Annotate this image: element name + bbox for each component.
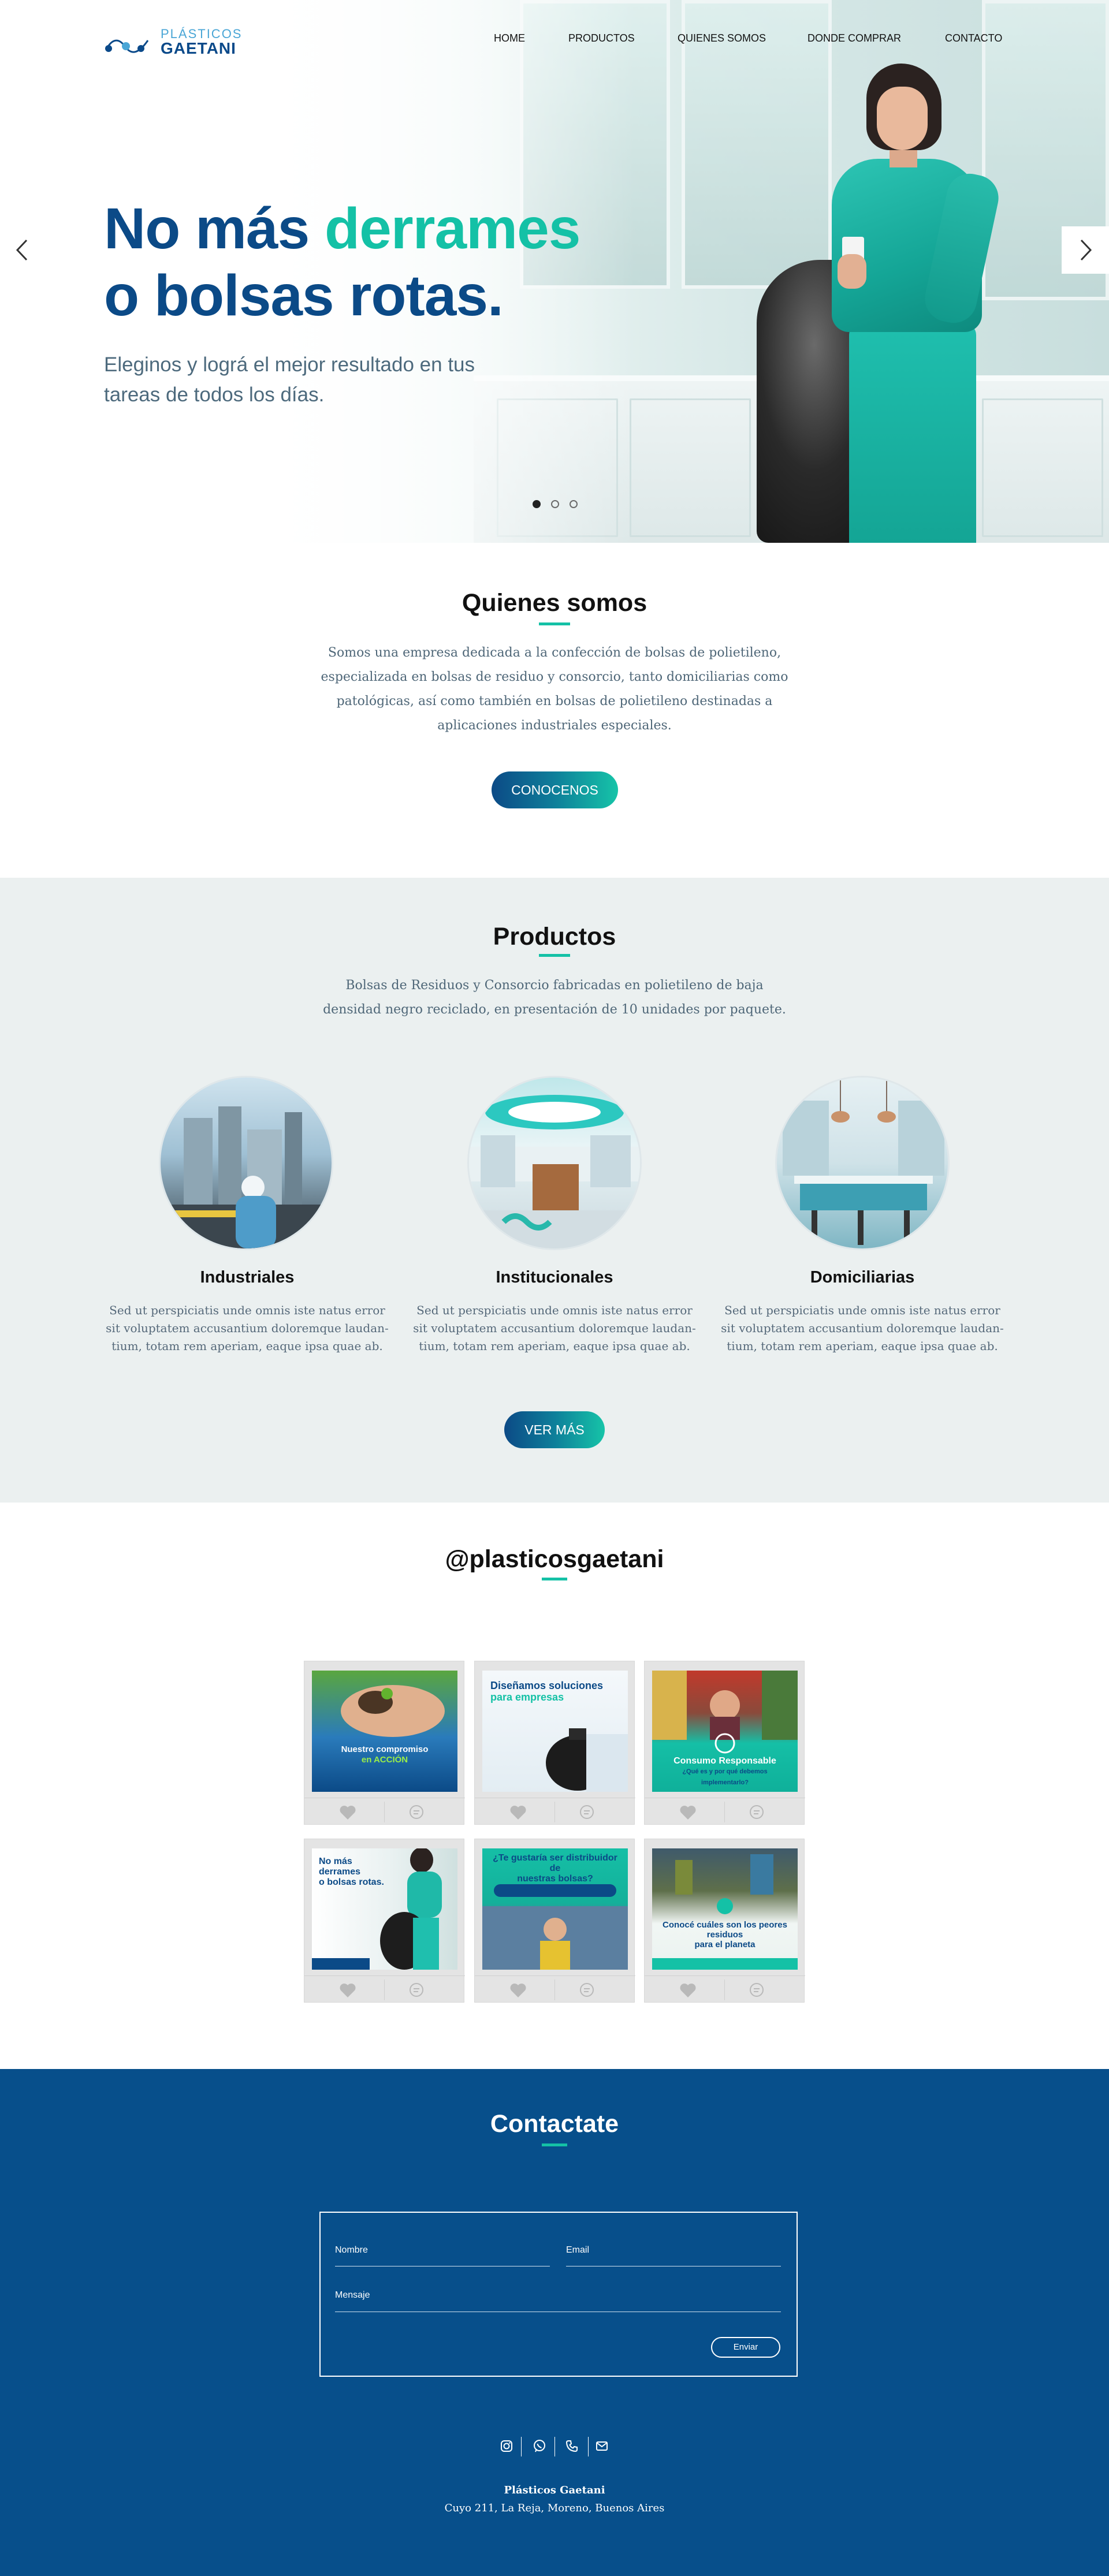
slider-dot-2[interactable] [551,500,559,508]
comment-icon[interactable] [408,1804,425,1820]
instagram-post-6-line2: para el planeta [694,1940,756,1949]
comment-icon[interactable] [579,1804,595,1820]
instagram-post-3-line1: Consumo Responsable [673,1756,776,1766]
contact-title: Contactate [490,2110,619,2138]
instagram-post-1[interactable]: Nuestro compromiso en ACCIÓN [304,1661,465,1825]
contact-title-underline [542,2143,567,2146]
product-title-industriales: Industriales [200,1268,295,1287]
instagram-post-1-line2: en ACCIÓN [361,1755,408,1765]
nav-contacto[interactable]: CONTACTO [945,32,1002,44]
heart-icon[interactable] [679,1805,697,1820]
heart-icon[interactable] [339,1805,356,1820]
hero-title-accent: derrames [325,196,580,261]
chevron-left-icon[interactable] [10,236,34,264]
comment-icon[interactable] [749,1982,765,1998]
products-title: Productos [493,923,616,950]
heart-icon[interactable] [339,1983,356,1998]
slider-dot-1[interactable] [533,500,541,508]
heart-icon[interactable] [509,1983,527,1998]
product-image-institucionales [469,1078,640,1248]
chevron-right-icon[interactable] [1062,226,1109,274]
message-label: Mensaje [335,2290,370,2300]
nav-donde-comprar[interactable]: DONDE COMPRAR [807,32,901,44]
product-text-institucionales: Sed ut perspiciatis unde omnis iste natu… [413,1303,696,1353]
instagram-post-5[interactable]: ¿Te gustaría ser distribuidor de nuestra… [474,1839,635,2003]
name-label: Nombre [335,2245,368,2255]
heart-icon[interactable] [509,1805,527,1820]
comment-icon[interactable] [579,1982,595,1998]
phone-icon[interactable] [564,2438,580,2454]
comment-icon[interactable] [408,1982,425,1998]
products-intro: Bolsas de Residuos y Consorcio fabricada… [323,978,786,1017]
comment-icon[interactable] [749,1804,765,1820]
products-title-underline [539,954,570,957]
product-image-industriales [161,1078,332,1248]
instagram-icon[interactable] [498,2438,515,2454]
product-title-institucionales: Institucionales [496,1268,613,1287]
product-text-domiciliarias: Sed ut perspiciatis unde omnis iste natu… [721,1303,1004,1353]
product-image-domiciliarias [777,1078,948,1248]
conocenos-button[interactable]: CONOCENOS [492,771,618,808]
ver-mas-button[interactable]: VER MÁS [504,1411,605,1448]
product-title-domiciliarias: Domiciliarias [810,1268,915,1287]
footer-company-name: Plásticos Gaetani [504,2484,605,2496]
email-label: Email [566,2245,590,2255]
social-divider [588,2437,589,2456]
footer-address: Cuyo 211, La Reja, Moreno, Buenos Aires [444,2502,665,2514]
nav-quienes-somos[interactable]: QUIENES SOMOS [678,32,766,44]
product-text-industriales: Sed ut perspiciatis unde omnis iste natu… [106,1303,389,1353]
nav-home[interactable]: HOME [494,32,525,44]
instagram-post-6-line1: Conocé cuáles son los peores residuos [663,1920,787,1940]
instagram-post-2[interactable]: Diseñamos soluciones para empresas [474,1661,635,1825]
about-title-underline [539,622,570,625]
instagram-handle[interactable]: @plasticosgaetani [0,1545,1109,1574]
main-nav: HOME PRODUCTOS QUIENES SOMOS DONDE COMPR… [0,32,1109,46]
social-divider [554,2437,555,2456]
about-text: Somos una empresa dedicada a la confecci… [321,646,788,733]
instagram-post-3-line2: ¿Qué es y por qué debemos implementarlo? [682,1768,768,1786]
send-button[interactable]: Enviar [711,2337,780,2358]
whatsapp-icon[interactable] [531,2438,548,2454]
instagram-post-4[interactable]: No más derrames o bolsas rotas. [304,1839,465,2003]
nav-productos[interactable]: PRODUCTOS [568,32,635,44]
instagram-post-3[interactable]: Consumo Responsable ¿Qué es y por qué de… [644,1661,805,1825]
hero-slider: No más derrames o bolsas rotas. Eleginos … [0,0,1109,543]
slider-dot-3[interactable] [570,500,578,508]
hero-title: No más derrames o bolsas rotas. [104,196,580,328]
heart-icon[interactable] [679,1983,697,1998]
hero-subtitle: Eleginos y lográ el mejor resultado en t… [104,353,475,406]
instagram-post-6[interactable]: Conocé cuáles son los peores residuos pa… [644,1839,805,2003]
instagram-title-underline [542,1578,567,1580]
social-divider [521,2437,522,2456]
mail-icon[interactable] [594,2438,610,2454]
about-title: Quienes somos [462,589,647,617]
hero-photo-woman [745,64,1045,543]
instagram-post-1-line1: Nuestro compromiso [341,1744,429,1754]
